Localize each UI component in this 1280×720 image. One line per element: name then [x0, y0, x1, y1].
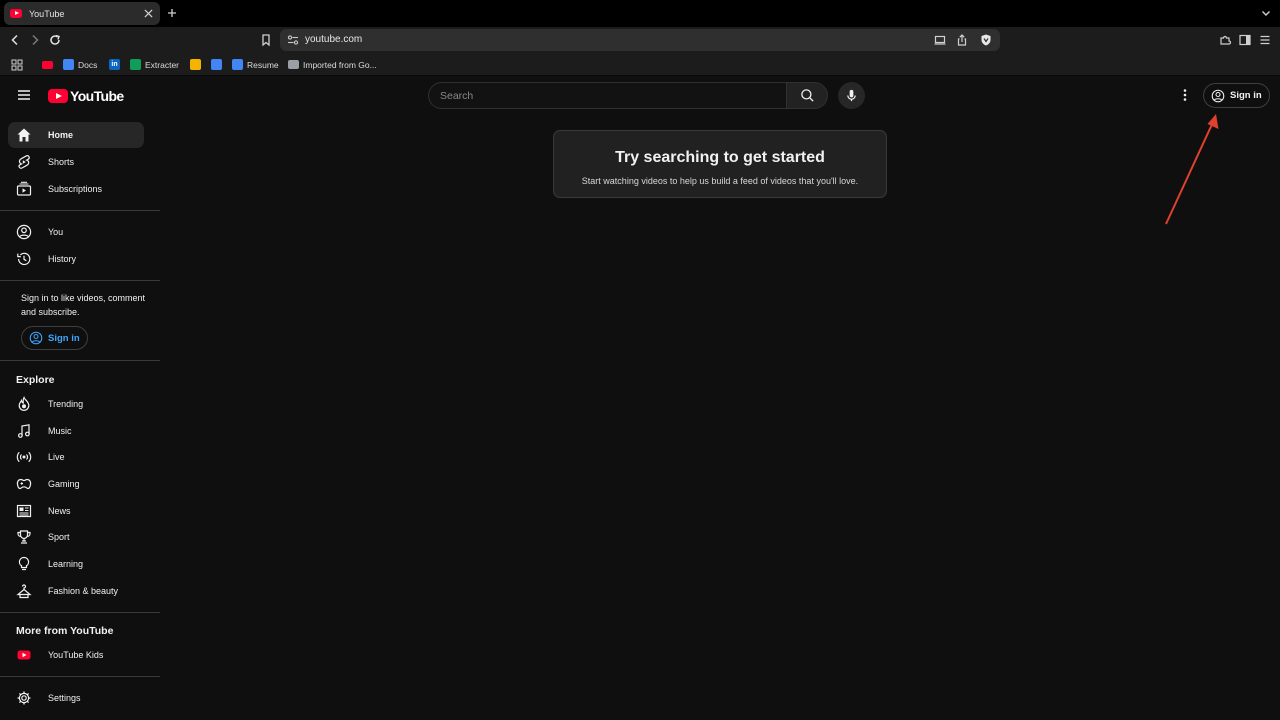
bookmark-folder[interactable]: Imported from Go... [288, 58, 377, 71]
bookmark-icon[interactable] [259, 33, 273, 47]
search-box [428, 82, 786, 109]
guide-menu-icon[interactable] [16, 87, 32, 103]
sidebar-panel-icon[interactable] [1238, 33, 1252, 47]
url-text: youtube.com [305, 34, 363, 45]
lightbulb-icon [18, 556, 30, 571]
annotation-arrow-icon [1165, 114, 1219, 225]
account-circle-icon [1211, 89, 1225, 102]
sidebar-item-home[interactable]: Home [8, 122, 144, 148]
sidebar-divider [0, 676, 160, 677]
browser-menu-icon[interactable] [1258, 33, 1272, 47]
home-icon [17, 128, 31, 142]
sidebar-item-fashion-beauty[interactable]: Fashion & beauty [8, 578, 144, 604]
bookmark-item[interactable]: Docs [63, 58, 97, 71]
voice-search-button[interactable] [838, 82, 865, 109]
subscriptions-icon [16, 181, 32, 196]
bookmark-item[interactable]: Resume [232, 58, 279, 71]
live-icon [16, 451, 32, 463]
sidebar-item-subscriptions[interactable]: Subscriptions [8, 176, 144, 202]
sidebar-divider [0, 612, 160, 613]
search-button[interactable] [786, 82, 828, 109]
apps-grid-icon[interactable] [11, 58, 23, 71]
sidebar-item-learning[interactable]: Learning [8, 551, 144, 577]
search-icon [800, 89, 814, 102]
browser-toolbar: youtube.com [0, 27, 1280, 53]
sidebar-item-music[interactable]: Music [8, 418, 144, 444]
sidebar-item-settings[interactable]: Settings [8, 685, 144, 711]
share-icon[interactable] [955, 33, 969, 47]
music-icon [18, 424, 30, 438]
new-tab-icon[interactable] [165, 6, 179, 20]
sidebar-divider [0, 360, 160, 361]
tab-list-chevron-icon[interactable] [1260, 7, 1272, 19]
brave-shield-icon[interactable] [979, 33, 993, 47]
extensions-puzzle-icon[interactable] [1218, 33, 1232, 47]
sidebar-item-sport[interactable]: Sport [8, 524, 144, 550]
search-input[interactable] [429, 83, 786, 108]
reload-icon[interactable] [48, 33, 62, 47]
linkedin-icon: in [109, 59, 120, 70]
sidebar-divider [0, 280, 160, 281]
address-bar[interactable]: youtube.com [262, 29, 1000, 51]
youtube-play-icon [48, 89, 68, 103]
trending-icon [18, 396, 30, 411]
trophy-icon [17, 530, 31, 544]
forward-arrow-icon[interactable] [28, 33, 42, 47]
site-settings-icon[interactable] [286, 33, 300, 47]
sidebar-item-you[interactable]: You [8, 219, 144, 245]
youtube-icon [42, 60, 53, 69]
logo-text: YouTube [70, 88, 124, 104]
microphone-icon [847, 89, 856, 102]
youtube-favicon-icon [10, 9, 22, 18]
youtube-logo[interactable]: YouTube [48, 88, 124, 104]
sign-in-prompt: Sign in to like videos, comment and subs… [21, 293, 146, 317]
back-arrow-icon[interactable] [8, 33, 22, 47]
gear-icon [17, 691, 31, 705]
browser-tab-strip: YouTube [0, 0, 1280, 27]
account-circle-icon [16, 224, 32, 240]
browser-tab[interactable]: YouTube [4, 2, 160, 25]
keep-icon [190, 59, 201, 70]
sidebar-item-news[interactable]: News [8, 498, 144, 524]
history-icon [17, 252, 31, 266]
docs-icon [211, 59, 222, 70]
docs-icon [232, 59, 243, 70]
explore-heading: Explore [16, 374, 55, 386]
empty-feed-title: Try searching to get started [615, 149, 825, 166]
bookmark-item[interactable] [211, 58, 226, 71]
sidebar-item-trending[interactable]: Trending [8, 391, 144, 417]
sidebar-item-history[interactable]: History [8, 246, 144, 272]
youtube-kids-icon [17, 650, 31, 660]
bookmarks-bar: Docs in Extracter Resume Imported from G… [0, 53, 1280, 76]
folder-icon [288, 60, 299, 69]
settings-more-icon[interactable] [1177, 87, 1193, 103]
sidebar-item-youtube-kids[interactable]: YouTube Kids [8, 642, 144, 668]
news-icon [16, 504, 32, 518]
account-circle-icon [29, 331, 43, 345]
hanger-icon [16, 584, 32, 599]
sidebar-item-gaming[interactable]: Gaming [8, 471, 144, 497]
bookmark-item[interactable] [190, 58, 205, 71]
sheets-icon [130, 59, 141, 70]
docs-icon [63, 59, 74, 70]
shorts-icon [18, 155, 30, 169]
empty-feed-subtitle: Start watching videos to help us build a… [581, 176, 859, 186]
empty-feed-card: Try searching to get started Start watch… [553, 130, 887, 198]
cast-icon[interactable] [933, 33, 947, 47]
bookmark-item[interactable] [42, 58, 57, 71]
tab-close-icon[interactable] [142, 8, 154, 20]
sidebar-item-live[interactable]: Live [8, 444, 144, 470]
tab-title: YouTube [29, 8, 65, 19]
sidebar-divider [0, 210, 160, 211]
bookmark-item[interactable]: in [109, 58, 124, 71]
sidebar-sign-in-button[interactable]: Sign in [21, 326, 88, 350]
more-from-youtube-heading: More from YouTube [16, 625, 114, 637]
bookmark-item[interactable]: Extracter [130, 58, 179, 71]
sidebar-item-shorts[interactable]: Shorts [8, 149, 144, 175]
gaming-icon [16, 478, 32, 490]
